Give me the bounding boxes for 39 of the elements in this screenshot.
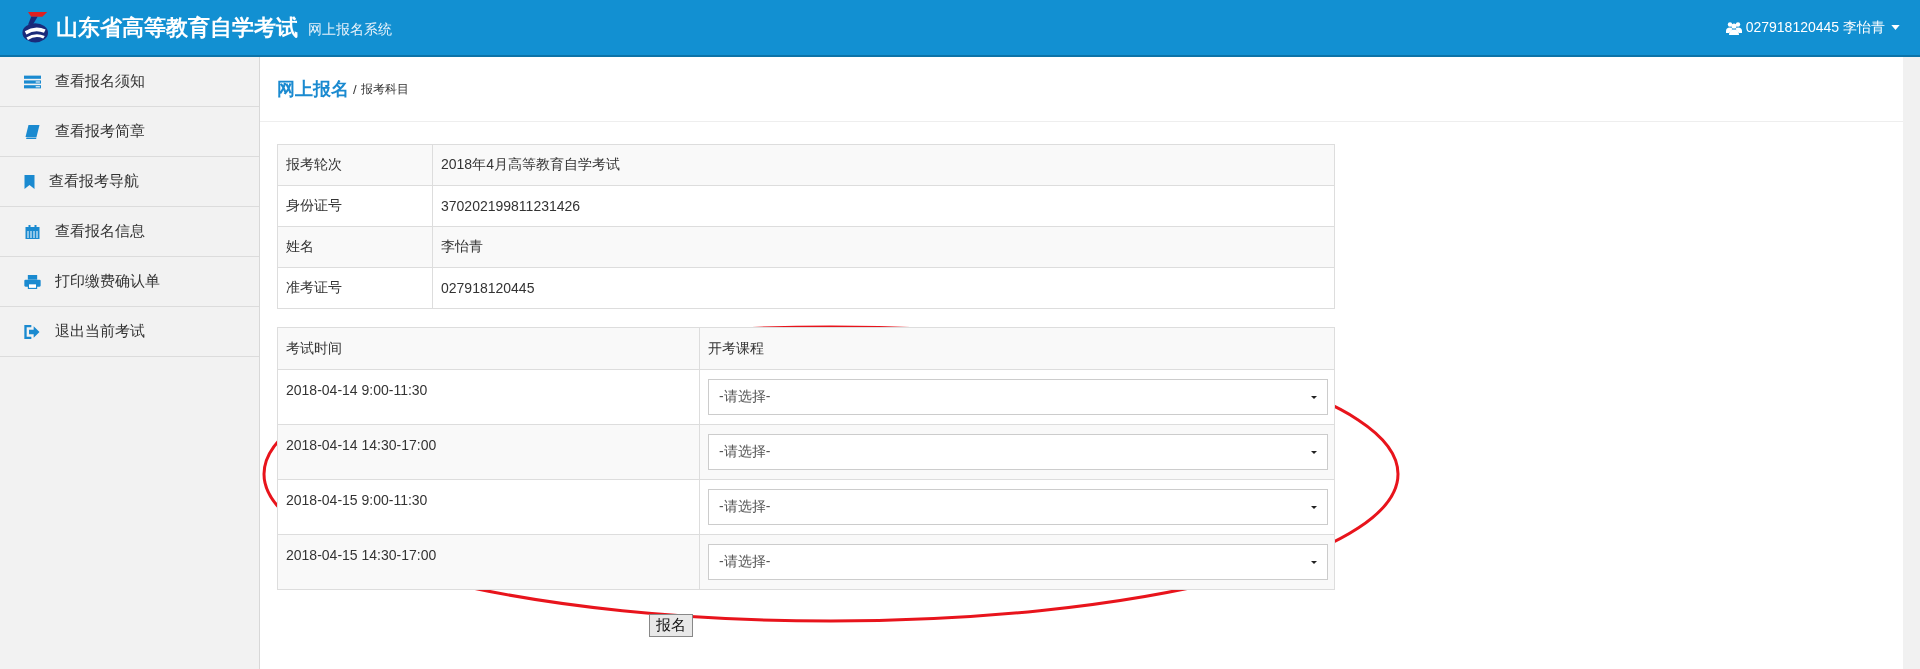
column-header: 开考课程 <box>699 327 1335 370</box>
caret-icon <box>1311 450 1317 454</box>
sidebar-item[interactable]: 查看报名须知 <box>0 57 259 107</box>
table-cell: 准考证号 <box>277 267 433 309</box>
caret-icon <box>1311 560 1317 564</box>
user-menu[interactable]: 027918120445 李怡青 <box>1725 18 1900 37</box>
site-subtitle: 网上报名系统 <box>308 20 392 39</box>
caret-icon <box>1311 395 1317 399</box>
course-select[interactable]: -请选择- <box>708 489 1328 525</box>
table-cell: 身份证号 <box>277 185 433 227</box>
users-icon <box>1725 20 1742 35</box>
table-cell: 李怡青 <box>432 226 1335 268</box>
table-cell: 2018年4月高等教育自学考试 <box>432 144 1335 186</box>
sidebar-item[interactable]: 查看报考导航 <box>0 157 259 207</box>
breadcrumb-current: 报考科目 <box>360 80 409 98</box>
sidebar-item[interactable]: 退出当前考试 <box>0 307 259 357</box>
course-select[interactable]: -请选择- <box>708 434 1328 470</box>
submit-button[interactable]: 报名 <box>649 614 693 637</box>
caret-icon <box>1311 505 1317 509</box>
sign-out-icon <box>24 324 41 339</box>
column-header: 考试时间 <box>277 327 700 370</box>
sidebar-item[interactable]: 打印缴费确认单 <box>0 257 259 307</box>
course-select[interactable]: -请选择- <box>708 379 1328 415</box>
book-icon <box>24 124 41 139</box>
bookmark-icon <box>24 174 35 189</box>
sidebar-item[interactable]: 查看报名信息 <box>0 207 259 257</box>
printer-icon <box>24 274 41 289</box>
caret-icon <box>1891 25 1900 30</box>
list-icon <box>24 74 41 89</box>
table-cell: 370202199811231426 <box>432 185 1335 227</box>
site-title: 山东省高等教育自学考试 <box>56 13 298 42</box>
course-select[interactable]: -请选择- <box>708 544 1328 580</box>
table-cell: 027918120445 <box>432 267 1335 309</box>
page-title: 网上报名 <box>277 78 349 101</box>
table-cell: 姓名 <box>277 226 433 268</box>
breadcrumb-separator: / <box>353 81 357 97</box>
calendar-icon <box>24 224 41 239</box>
sidebar-item[interactable]: 查看报考简章 <box>0 107 259 157</box>
table-cell: 报考轮次 <box>277 144 433 186</box>
